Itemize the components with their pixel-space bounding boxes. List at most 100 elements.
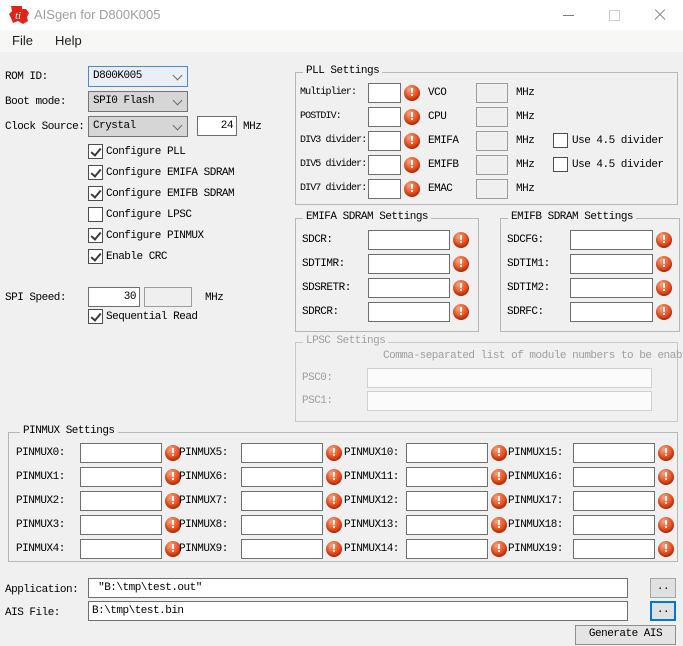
postdiv-input[interactable] (368, 107, 401, 127)
cpu-mhz-label: MHz (516, 111, 535, 123)
use45-emifb-checkbox[interactable] (553, 157, 568, 172)
sequential-read-checkbox[interactable] (88, 309, 103, 324)
psc1-label: PSC1: (302, 395, 333, 407)
sdrfc-input[interactable] (570, 302, 653, 322)
pinmux3-input[interactable] (80, 515, 162, 535)
pinmux11-input[interactable] (406, 467, 488, 487)
pinmux4-input[interactable] (80, 539, 162, 559)
pinmux2-input[interactable] (80, 491, 162, 511)
emifb-mhz-label: MHz (516, 159, 535, 171)
vco-mhz-label: MHz (516, 87, 535, 99)
configure-pll-checkbox[interactable] (88, 144, 103, 159)
clock-freq-input[interactable] (197, 116, 237, 136)
pinmux19-label: PINMUX19: (508, 543, 563, 555)
menu-file[interactable]: File (7, 32, 38, 50)
pinmux18-input[interactable] (573, 515, 655, 535)
clock-source-value: Crystal (93, 120, 136, 132)
multiplier-label: Multiplier: (300, 87, 357, 98)
pinmux10-label: PINMUX10: (344, 447, 399, 459)
multiplier-input[interactable] (368, 83, 401, 103)
enable-crc-checkbox[interactable] (88, 249, 103, 264)
spi-actual-field (144, 287, 192, 307)
clock-source-select[interactable]: Crystal (88, 116, 188, 137)
pinmux9-input[interactable] (241, 539, 323, 559)
psc0-input (367, 368, 652, 388)
ais-file-label: AIS File: (5, 607, 60, 619)
pinmux19-input[interactable] (573, 539, 655, 559)
pinmux8-input[interactable] (241, 515, 323, 535)
pinmux2-label: PINMUX2: (16, 495, 65, 507)
spi-speed-input[interactable] (88, 287, 140, 307)
configure-lpsc-checkbox[interactable] (88, 207, 103, 222)
sdcr-input[interactable] (368, 230, 450, 250)
sdtim1-input[interactable] (570, 254, 653, 274)
sdtim2-input[interactable] (570, 278, 653, 298)
configure-emifa-checkbox[interactable] (88, 165, 103, 180)
pinmux5-input[interactable] (241, 443, 323, 463)
generate-ais-button[interactable]: Generate AIS (575, 625, 676, 645)
ais-browse-button[interactable]: .. (650, 601, 676, 621)
spi-mhz-label: MHz (205, 292, 224, 304)
pinmux4-label: PINMUX4: (16, 543, 65, 555)
error-icon (326, 469, 342, 485)
use45-emifa-checkbox[interactable] (553, 133, 568, 148)
app-window: ti AISgen for D800K005 File Help ROM ID:… (0, 0, 683, 646)
sdrcr-input[interactable] (368, 302, 450, 322)
pinmux14-input[interactable] (406, 539, 488, 559)
sdcfg-input[interactable] (570, 230, 653, 250)
pinmux6-input[interactable] (241, 467, 323, 487)
rom-id-label: ROM ID: (5, 71, 48, 83)
div7-input[interactable] (368, 179, 401, 199)
pinmux0-input[interactable] (80, 443, 162, 463)
boot-mode-select[interactable]: SPI0 Flash (88, 91, 188, 112)
pll-settings-title: PLL Settings (303, 65, 383, 77)
application-browse-button[interactable]: .. (650, 578, 676, 598)
error-icon (658, 517, 674, 533)
sequential-read-label: Sequential Read (106, 311, 198, 323)
enable-crc-label: Enable CRC (106, 251, 168, 263)
div5-input[interactable] (368, 155, 401, 175)
pinmux7-input[interactable] (241, 491, 323, 511)
pinmux13-input[interactable] (406, 515, 488, 535)
error-icon (491, 541, 507, 557)
rom-id-value: D800K005 (93, 70, 142, 82)
application-input[interactable] (88, 578, 628, 598)
psc1-input (367, 391, 652, 411)
menu-help[interactable]: Help (50, 32, 87, 50)
emifa-mhz-label: MHz (516, 135, 535, 147)
div7-label: DIV7 divider: (300, 183, 367, 194)
pinmux12-input[interactable] (406, 491, 488, 511)
error-icon (658, 541, 674, 557)
pinmux3-label: PINMUX3: (16, 519, 65, 531)
error-icon (491, 517, 507, 533)
vco-field (476, 83, 508, 103)
maximize-button[interactable] (591, 0, 637, 30)
sdsretr-input[interactable] (368, 278, 450, 298)
rom-id-select[interactable]: D800K005 (88, 66, 188, 87)
pinmux1-input[interactable] (80, 467, 162, 487)
configure-emifb-checkbox[interactable] (88, 186, 103, 201)
ais-file-input[interactable] (88, 601, 628, 621)
emifb-sdram-title: EMIFB SDRAM Settings (508, 211, 637, 223)
minimize-button[interactable] (545, 0, 591, 30)
error-icon (326, 517, 342, 533)
pinmux17-input[interactable] (573, 491, 655, 511)
error-icon (656, 280, 672, 296)
sdcr-label: SDCR: (302, 234, 333, 246)
div3-input[interactable] (368, 131, 401, 151)
sdtimr-input[interactable] (368, 254, 450, 274)
pinmux7-label: PINMUX7: (179, 495, 228, 507)
error-icon (656, 232, 672, 248)
emac-label: EMAC (428, 183, 453, 195)
pinmux15-input[interactable] (573, 443, 655, 463)
svg-text:ti: ti (15, 10, 21, 22)
pinmux10-input[interactable] (406, 443, 488, 463)
sdtim2-label: SDTIM2: (507, 282, 550, 294)
boot-mode-value: SPI0 Flash (93, 95, 155, 107)
emifb-freq-label: EMIFB (428, 159, 459, 171)
configure-pinmux-checkbox[interactable] (88, 228, 103, 243)
div5-label: DIV5 divider: (300, 159, 367, 170)
pinmux16-input[interactable] (573, 467, 655, 487)
close-button[interactable] (637, 0, 683, 30)
emifa-sdram-title: EMIFA SDRAM Settings (303, 211, 432, 223)
